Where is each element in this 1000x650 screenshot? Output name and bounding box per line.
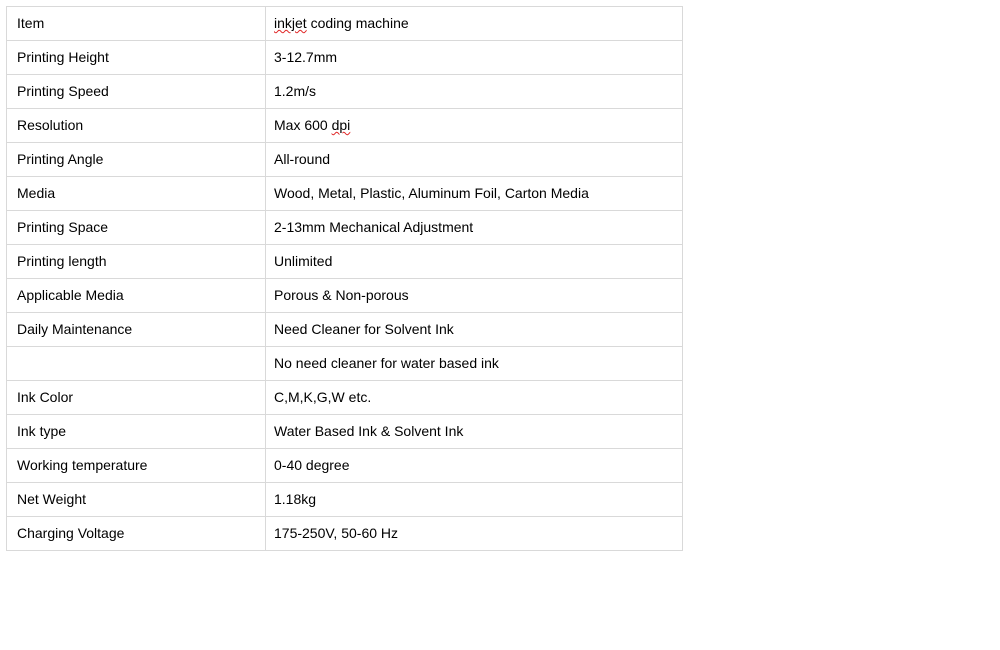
spec-value: Water Based Ink & Solvent Ink — [266, 415, 683, 449]
table-row: Net Weight1.18kg — [7, 483, 683, 517]
spec-value: 0-40 degree — [266, 449, 683, 483]
spec-label: Printing Speed — [7, 75, 266, 109]
spec-value: All-round — [266, 143, 683, 177]
table-row: ResolutionMax 600 dpi — [7, 109, 683, 143]
spec-label: Printing Height — [7, 41, 266, 75]
table-row: Printing Space2-13mm Mechanical Adjustme… — [7, 211, 683, 245]
spec-value: Max 600 dpi — [266, 109, 683, 143]
spellcheck-squiggle: dpi — [332, 117, 351, 133]
spec-label: Resolution — [7, 109, 266, 143]
spec-label: Working temperature — [7, 449, 266, 483]
spec-label: Ink type — [7, 415, 266, 449]
table-row: Printing Height3-12.7mm — [7, 41, 683, 75]
table-row: MediaWood, Metal, Plastic, Aluminum Foil… — [7, 177, 683, 211]
spec-label: Printing length — [7, 245, 266, 279]
table-row: Working temperature0-40 degree — [7, 449, 683, 483]
spec-value: Unlimited — [266, 245, 683, 279]
spec-value: 3-12.7mm — [266, 41, 683, 75]
table-row: Printing AngleAll-round — [7, 143, 683, 177]
table-row: Printing Speed1.2m/s — [7, 75, 683, 109]
spec-value: C,M,K,G,W etc. — [266, 381, 683, 415]
spec-label — [7, 347, 266, 381]
spellcheck-squiggle: inkjet — [274, 15, 307, 31]
table-row: No need cleaner for water based ink — [7, 347, 683, 381]
table-row: Ink typeWater Based Ink & Solvent Ink — [7, 415, 683, 449]
table-row: Iteminkjet coding machine — [7, 7, 683, 41]
spec-value: Wood, Metal, Plastic, Aluminum Foil, Car… — [266, 177, 683, 211]
spec-label: Item — [7, 7, 266, 41]
table-row: Ink ColorC,M,K,G,W etc. — [7, 381, 683, 415]
spec-label: Printing Space — [7, 211, 266, 245]
spec-label: Ink Color — [7, 381, 266, 415]
spec-label: Charging Voltage — [7, 517, 266, 551]
spec-label: Net Weight — [7, 483, 266, 517]
table-row: Printing lengthUnlimited — [7, 245, 683, 279]
spec-value: 2-13mm Mechanical Adjustment — [266, 211, 683, 245]
spec-value: 175-250V, 50-60 Hz — [266, 517, 683, 551]
spec-value: inkjet coding machine — [266, 7, 683, 41]
table-row: Daily MaintenanceNeed Cleaner for Solven… — [7, 313, 683, 347]
spec-label: Printing Angle — [7, 143, 266, 177]
spec-label: Applicable Media — [7, 279, 266, 313]
spec-value: 1.18kg — [266, 483, 683, 517]
spec-value: 1.2m/s — [266, 75, 683, 109]
table-row: Charging Voltage175-250V, 50-60 Hz — [7, 517, 683, 551]
spec-value: Porous & Non-porous — [266, 279, 683, 313]
spec-table: Iteminkjet coding machinePrinting Height… — [6, 6, 683, 551]
spec-label: Daily Maintenance — [7, 313, 266, 347]
spec-label: Media — [7, 177, 266, 211]
spec-value: Need Cleaner for Solvent Ink — [266, 313, 683, 347]
table-row: Applicable MediaPorous & Non-porous — [7, 279, 683, 313]
spec-value: No need cleaner for water based ink — [266, 347, 683, 381]
spec-table-body: Iteminkjet coding machinePrinting Height… — [7, 7, 683, 551]
